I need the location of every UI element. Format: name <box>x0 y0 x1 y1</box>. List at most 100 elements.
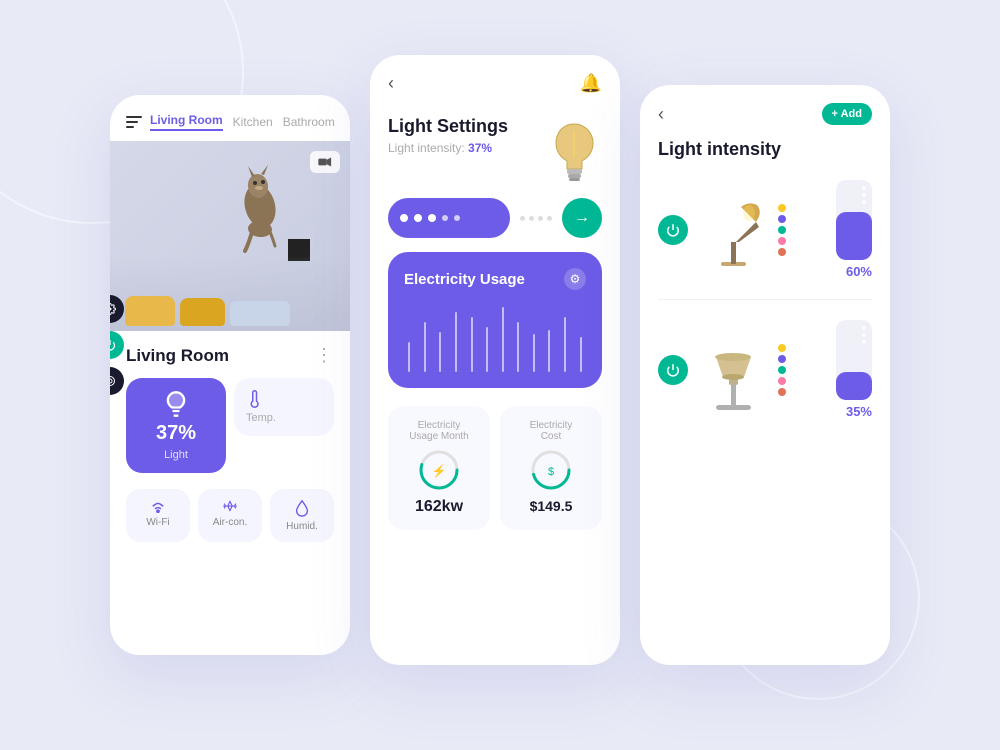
lamp1-percentage: 60% <box>846 264 872 279</box>
bar-item <box>404 342 415 372</box>
side-buttons <box>110 295 124 395</box>
aircon-label: Air-con. <box>213 517 247 528</box>
bar-item <box>560 317 571 372</box>
wifi-icon <box>149 499 167 513</box>
room-title-row: Living Room ⋮ <box>126 345 334 366</box>
electricity-card: Electricity Usage ⚙ <box>388 252 602 388</box>
lamp1-power-button[interactable] <box>658 215 688 245</box>
humid-card[interactable]: Humid. <box>270 489 334 542</box>
tab-kitchen[interactable]: Kitchen <box>233 115 273 129</box>
lamp2-image <box>698 325 768 415</box>
light-intensity-value: 37% <box>468 141 492 155</box>
phone-living-room: Living Room Kitchen Bathroom <box>110 95 350 655</box>
back-button[interactable]: ‹ <box>388 73 394 94</box>
light-percentage: 37% <box>156 422 196 445</box>
aircon-card[interactable]: Air-con. <box>198 489 262 542</box>
phone1-header: Living Room Kitchen Bathroom <box>110 95 350 141</box>
divider <box>658 299 872 300</box>
color-yellow[interactable] <box>778 204 786 212</box>
color-green[interactable] <box>778 366 786 374</box>
electricity-settings-icon[interactable]: ⚙ <box>564 268 586 290</box>
slider-dot-v <box>862 333 866 337</box>
color-pink[interactable] <box>778 377 786 385</box>
light-intensity-title: Light intensity <box>640 135 890 172</box>
slider-dot-v <box>862 340 866 344</box>
cost-value: $149.5 <box>530 498 573 514</box>
lamp2-vertical-slider[interactable] <box>836 320 872 400</box>
color-green[interactable] <box>778 226 786 234</box>
usage-value: 162kw <box>415 498 463 516</box>
electricity-title: Electricity Usage <box>404 271 525 288</box>
indicator-dot <box>520 216 525 221</box>
tab-living-room[interactable]: Living Room <box>150 113 223 131</box>
stats-row: ElectricityUsage Month ⚡ 162kw Electrici… <box>370 406 620 530</box>
indicator-dot <box>547 216 552 221</box>
power-side-button[interactable] <box>110 331 124 359</box>
usage-stat-card: ElectricityUsage Month ⚡ 162kw <box>388 406 490 530</box>
temp-label: Temp. <box>246 412 276 424</box>
indicator-dot <box>529 216 534 221</box>
bar-item <box>451 312 462 372</box>
temp-control-card[interactable]: Temp. <box>234 378 334 436</box>
svg-text:$: $ <box>548 466 554 478</box>
color-pink[interactable] <box>778 237 786 245</box>
controls-grid: 37% Light Temp. <box>126 378 334 473</box>
settings-side-button[interactable] <box>110 295 124 323</box>
lamp2-slider-container: 35% <box>796 320 872 419</box>
slider-dot <box>400 214 408 222</box>
light-label: Light <box>164 449 188 461</box>
usage-circle: ⚡ <box>417 448 461 492</box>
lamp2-power-button[interactable] <box>658 355 688 385</box>
slider-row: → <box>370 198 620 238</box>
lamp1-vertical-slider[interactable] <box>836 180 872 260</box>
svg-text:⚡: ⚡ <box>432 464 447 478</box>
color-red[interactable] <box>778 388 786 396</box>
bar-item <box>482 327 493 372</box>
color-red[interactable] <box>778 248 786 256</box>
bar-item <box>466 317 477 372</box>
humidity-icon <box>295 499 309 517</box>
next-arrow-button[interactable]: → <box>562 198 602 238</box>
bar-item <box>529 334 540 372</box>
color-purple[interactable] <box>778 215 786 223</box>
lamp2-percentage: 35% <box>846 404 872 419</box>
color-yellow[interactable] <box>778 344 786 352</box>
tab-bathroom[interactable]: Bathroom <box>283 115 334 129</box>
bar-item <box>497 307 508 372</box>
light-intensity-subtitle: Light intensity: 37% <box>388 141 508 155</box>
slider-dot <box>414 214 422 222</box>
phone-light-intensity: ‹ + Add Light intensity <box>640 85 890 665</box>
add-button[interactable]: + Add <box>822 103 872 125</box>
humid-label: Humid. <box>286 521 318 532</box>
bar-item <box>420 322 431 372</box>
cost-stat-card: ElectricityCost $ $149.5 <box>500 406 602 530</box>
back-button-3[interactable]: ‹ <box>658 104 664 125</box>
lamp-item-2: 35% <box>640 312 890 427</box>
cat-image <box>230 161 290 261</box>
wifi-card[interactable]: Wi-Fi <box>126 489 190 542</box>
light-control-card[interactable]: 37% Light <box>126 378 226 473</box>
slider-dots-vertical-2 <box>862 320 866 350</box>
dot-indicators <box>520 216 552 221</box>
room-image <box>110 141 350 331</box>
electricity-bars <box>404 302 586 372</box>
thermometer-icon <box>246 390 264 408</box>
sofa-decoration <box>110 256 350 331</box>
menu-icon[interactable] <box>126 116 142 128</box>
bar-item <box>513 322 524 372</box>
notification-bell-icon[interactable]: 🔔 <box>580 73 602 94</box>
color-purple[interactable] <box>778 355 786 363</box>
bar-item <box>435 332 446 372</box>
slider-dot <box>442 215 448 221</box>
lamp1-fill <box>836 212 872 260</box>
lamp2-fill <box>836 372 872 400</box>
lamp2-color-palette <box>778 344 786 396</box>
light-settings-title: Light Settings <box>388 116 508 137</box>
camera-side-button[interactable] <box>110 367 124 395</box>
light-slider[interactable] <box>388 198 510 238</box>
aircon-icon <box>221 499 239 513</box>
video-button[interactable] <box>310 151 340 173</box>
options-menu[interactable]: ⋮ <box>315 345 334 366</box>
slider-dot-v <box>862 186 866 190</box>
slider-dot-v <box>862 200 866 204</box>
